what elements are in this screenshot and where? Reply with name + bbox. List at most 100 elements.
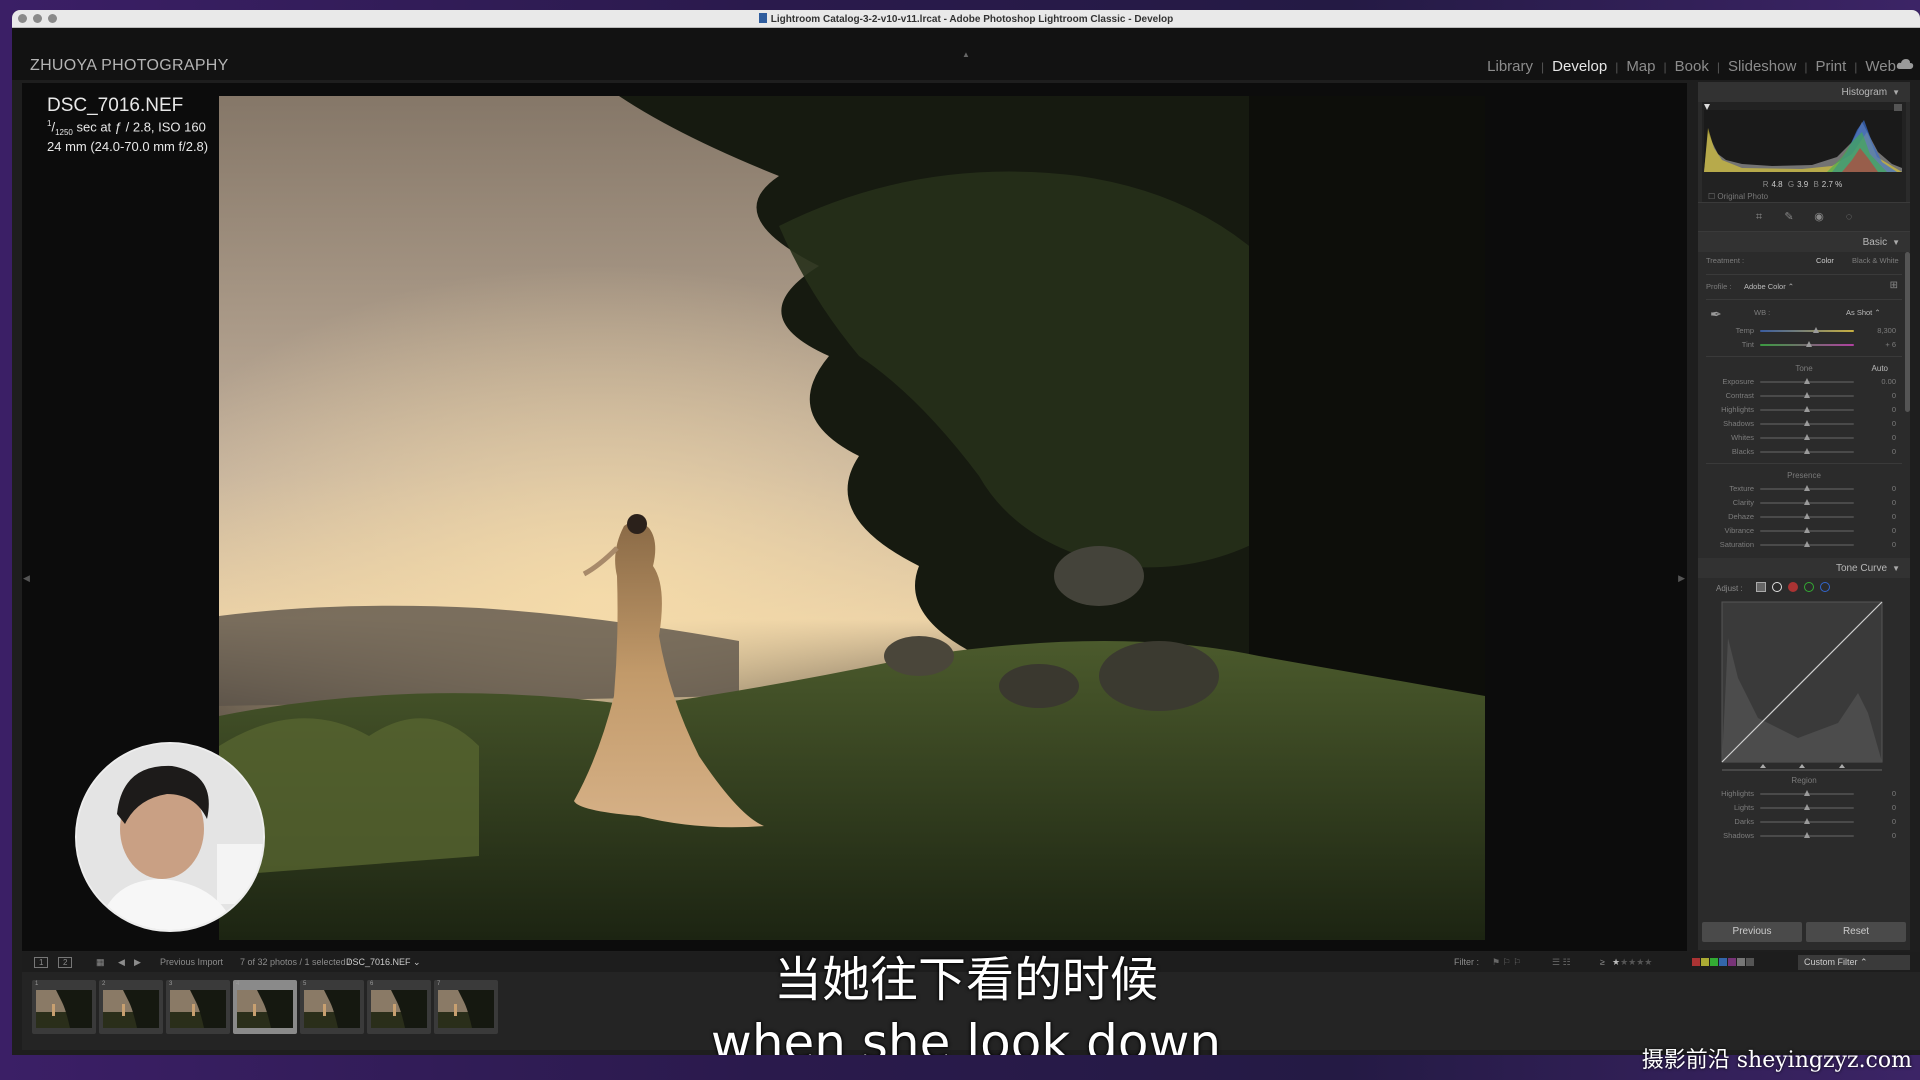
slider-value[interactable]: 0.00 <box>1881 377 1896 386</box>
slider-knob[interactable] <box>1804 420 1810 426</box>
slider-track[interactable] <box>1760 790 1854 796</box>
slider-shadows[interactable]: Shadows 0 <box>1706 417 1902 431</box>
slider-knob[interactable] <box>1804 818 1810 824</box>
slider-value[interactable]: 0 <box>1892 789 1896 798</box>
slider-knob[interactable] <box>1813 327 1820 333</box>
previous-button[interactable]: Previous <box>1702 922 1802 942</box>
cloud-sync-icon[interactable] <box>1896 58 1914 70</box>
slider-track[interactable] <box>1760 832 1854 838</box>
tone-curve-graph[interactable] <box>1698 598 1910 773</box>
slider-value[interactable]: 0 <box>1892 803 1896 812</box>
slider-track[interactable] <box>1760 513 1854 519</box>
slider-knob[interactable] <box>1804 790 1810 796</box>
slider-track[interactable] <box>1760 527 1854 533</box>
slider-value[interactable]: 0 <box>1892 526 1896 535</box>
slider-clarity[interactable]: Clarity 0 <box>1706 496 1902 510</box>
auto-tone-button[interactable]: Auto <box>1872 364 1888 373</box>
histogram-panel[interactable]: R 4.8 G 3.9 B 2.7 % ☐ Original Photo <box>1702 102 1906 202</box>
main-photo[interactable] <box>219 96 1485 940</box>
right-panel-scrollbar[interactable] <box>1905 252 1910 412</box>
treatment-bw-option[interactable]: Black & White <box>1852 256 1899 265</box>
slider-track[interactable] <box>1760 420 1854 426</box>
slider-tint[interactable]: Tint + 6 <box>1706 338 1902 352</box>
red-channel-icon[interactable] <box>1788 582 1798 592</box>
point-curve-icon[interactable] <box>1772 582 1782 592</box>
tone-curve-header[interactable]: Tone Curve ▼ <box>1698 558 1910 578</box>
slider-knob[interactable] <box>1804 499 1810 505</box>
slider-value[interactable]: 0 <box>1892 817 1896 826</box>
slider-contrast[interactable]: Contrast 0 <box>1706 389 1902 403</box>
slider-knob[interactable] <box>1804 485 1810 491</box>
blue-channel-icon[interactable] <box>1820 582 1830 592</box>
slider-track[interactable] <box>1760 818 1854 824</box>
slider-value[interactable]: 0 <box>1892 391 1896 400</box>
slider-whites[interactable]: Whites 0 <box>1706 431 1902 445</box>
slider-track[interactable] <box>1760 378 1854 384</box>
slider-track[interactable] <box>1760 485 1854 491</box>
slider-value[interactable]: 0 <box>1892 405 1896 414</box>
slider-track[interactable] <box>1760 434 1854 440</box>
wb-dropdown[interactable]: As Shot ⌃ <box>1846 308 1881 317</box>
slider-value[interactable]: + 6 <box>1885 340 1896 349</box>
slider-highlights[interactable]: Highlights 0 <box>1706 787 1902 801</box>
profile-dropdown[interactable]: Adobe Color ⌃ <box>1744 282 1794 291</box>
slider-dehaze[interactable]: Dehaze 0 <box>1706 510 1902 524</box>
crop-tool-icon[interactable]: ⌗ <box>1753 211 1765 223</box>
photo-canvas[interactable]: ◀ ▶ DSC_7016.NEF 1/1250 sec at ƒ / 2.8, … <box>22 83 1687 951</box>
slider-value[interactable]: 0 <box>1892 498 1896 507</box>
original-photo-checkbox[interactable]: ☐ Original Photo <box>1708 192 1768 201</box>
slider-knob[interactable] <box>1804 392 1810 398</box>
slider-knob[interactable] <box>1804 832 1810 838</box>
module-map[interactable]: Map <box>1626 58 1655 75</box>
slider-value[interactable]: 0 <box>1892 419 1896 428</box>
slider-track[interactable] <box>1760 448 1854 454</box>
slider-track[interactable] <box>1760 406 1854 412</box>
slider-track[interactable] <box>1760 541 1854 547</box>
slider-knob[interactable] <box>1804 406 1810 412</box>
slider-knob[interactable] <box>1804 513 1810 519</box>
slider-value[interactable]: 0 <box>1892 540 1896 549</box>
slider-highlights[interactable]: Highlights 0 <box>1706 403 1902 417</box>
expand-left-panel-icon[interactable]: ◀ <box>23 573 30 584</box>
slider-value[interactable]: 0 <box>1892 447 1896 456</box>
slider-value[interactable]: 0 <box>1892 433 1896 442</box>
module-develop[interactable]: Develop <box>1552 58 1607 75</box>
slider-value[interactable]: 0 <box>1892 512 1896 521</box>
red-eye-icon[interactable]: ◉ <box>1813 211 1825 223</box>
slider-texture[interactable]: Texture 0 <box>1706 482 1902 496</box>
slider-knob[interactable] <box>1804 434 1810 440</box>
expand-right-panel-icon[interactable]: ▶ <box>1678 573 1685 584</box>
slider-track[interactable] <box>1760 804 1854 810</box>
healing-brush-icon[interactable]: ✎ <box>1783 211 1795 223</box>
slider-track[interactable] <box>1760 341 1854 347</box>
slider-knob[interactable] <box>1804 448 1810 454</box>
green-channel-icon[interactable] <box>1804 582 1814 592</box>
slider-darks[interactable]: Darks 0 <box>1706 815 1902 829</box>
slider-knob[interactable] <box>1804 378 1810 384</box>
slider-knob[interactable] <box>1805 341 1812 347</box>
slider-lights[interactable]: Lights 0 <box>1706 801 1902 815</box>
wb-eyedropper-icon[interactable]: ✒ <box>1710 306 1722 323</box>
slider-blacks[interactable]: Blacks 0 <box>1706 445 1902 459</box>
slider-track[interactable] <box>1760 392 1854 398</box>
parametric-curve-icon[interactable] <box>1756 582 1766 592</box>
profile-browser-icon[interactable]: ⊞ <box>1890 280 1898 291</box>
collapse-top-panel-icon[interactable]: ▲ <box>962 50 970 59</box>
module-book[interactable]: Book <box>1675 58 1709 75</box>
slider-temp[interactable]: Temp 8,300 <box>1706 324 1902 338</box>
module-slideshow[interactable]: Slideshow <box>1728 58 1796 75</box>
slider-knob[interactable] <box>1804 527 1810 533</box>
masking-icon[interactable]: ◌ <box>1843 211 1855 223</box>
slider-track[interactable] <box>1760 327 1854 333</box>
slider-track[interactable] <box>1760 499 1854 505</box>
slider-knob[interactable] <box>1804 541 1810 547</box>
slider-value[interactable]: 8,300 <box>1877 326 1896 335</box>
slider-shadows[interactable]: Shadows 0 <box>1706 829 1902 843</box>
module-library[interactable]: Library <box>1487 58 1533 75</box>
module-web[interactable]: Web <box>1865 58 1896 75</box>
slider-value[interactable]: 0 <box>1892 484 1896 493</box>
histogram-header[interactable]: Histogram ▼ <box>1698 82 1910 102</box>
treatment-color-option[interactable]: Color <box>1816 256 1834 265</box>
slider-vibrance[interactable]: Vibrance 0 <box>1706 524 1902 538</box>
slider-value[interactable]: 0 <box>1892 831 1896 840</box>
